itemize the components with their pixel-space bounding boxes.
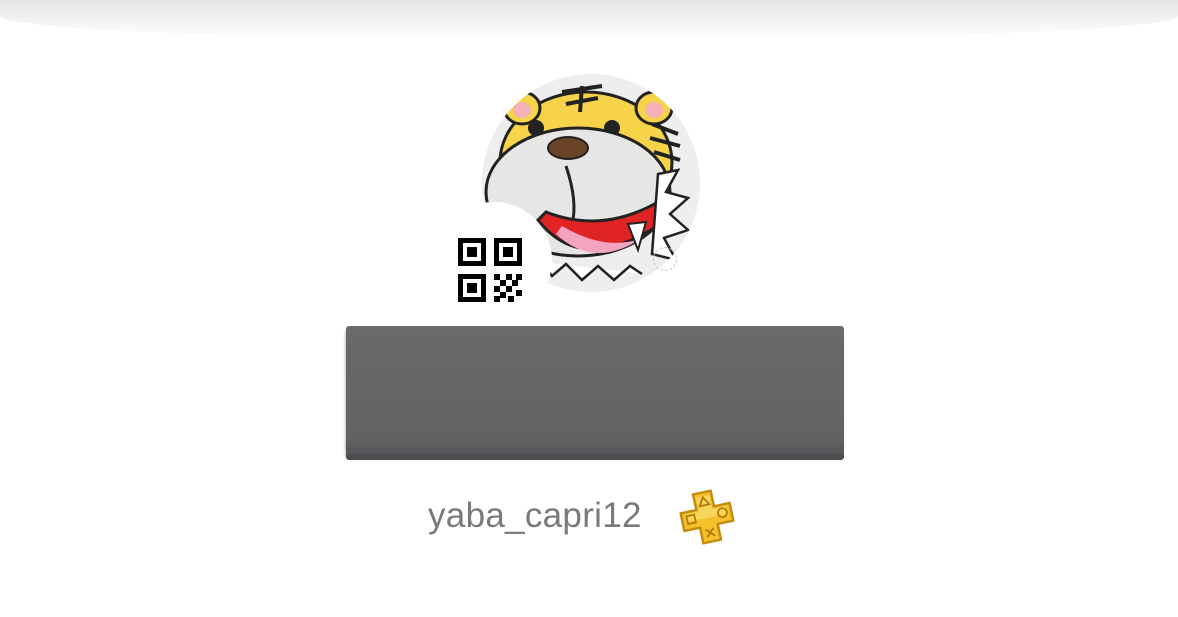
status-ring [653,247,677,271]
top-shadow [0,0,1178,40]
username: yaba_capri12 [428,496,642,535]
user-row: yaba_capri12 [0,488,1178,546]
playstation-plus-icon [679,489,735,545]
qr-code-icon[interactable] [458,238,524,304]
name-plate [346,326,844,454]
